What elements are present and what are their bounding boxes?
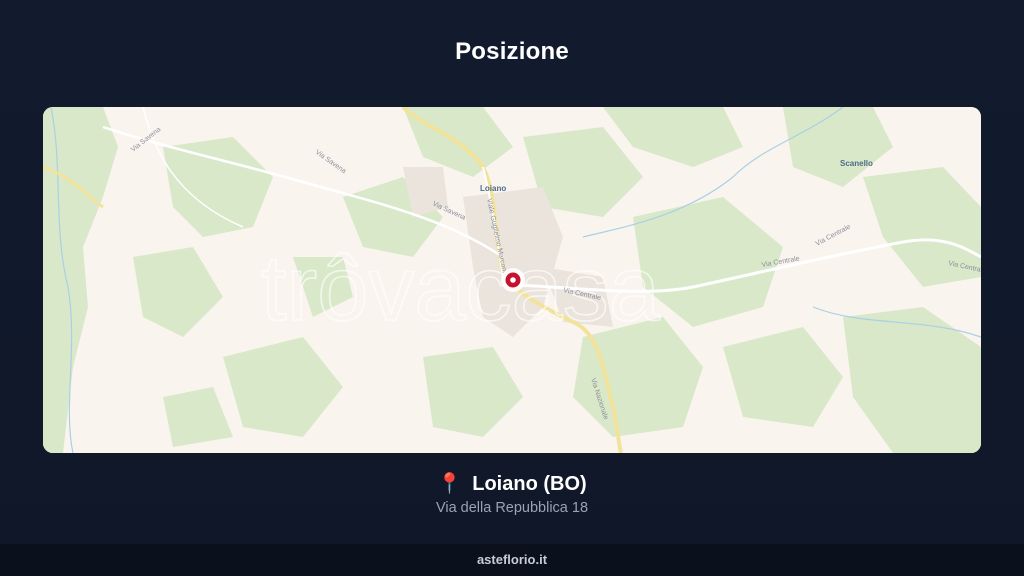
map-canvas[interactable]: trôvacasa Loiano Scanello Via Savena Via…	[43, 107, 981, 453]
map-view[interactable]: trôvacasa Loiano Scanello Via Savena Via…	[43, 107, 981, 453]
map-pin-icon: 📍	[437, 473, 463, 495]
footer-site: asteflorio.it	[476, 552, 548, 567]
place-label-scanello: Scanello	[840, 159, 873, 168]
place-label-loiano: Loiano	[480, 184, 506, 193]
location-address: Via della Repubblica 18	[435, 500, 589, 516]
location-city: Loiano (BO)	[472, 473, 587, 495]
location-marker-icon[interactable]	[501, 268, 525, 292]
footer: asteflorio.it	[0, 544, 1024, 576]
page-title: Posizione	[455, 38, 569, 65]
location-heading: 📍 Loiano (BO)	[0, 471, 1024, 496]
map-watermark: trôvacasa	[261, 238, 661, 340]
